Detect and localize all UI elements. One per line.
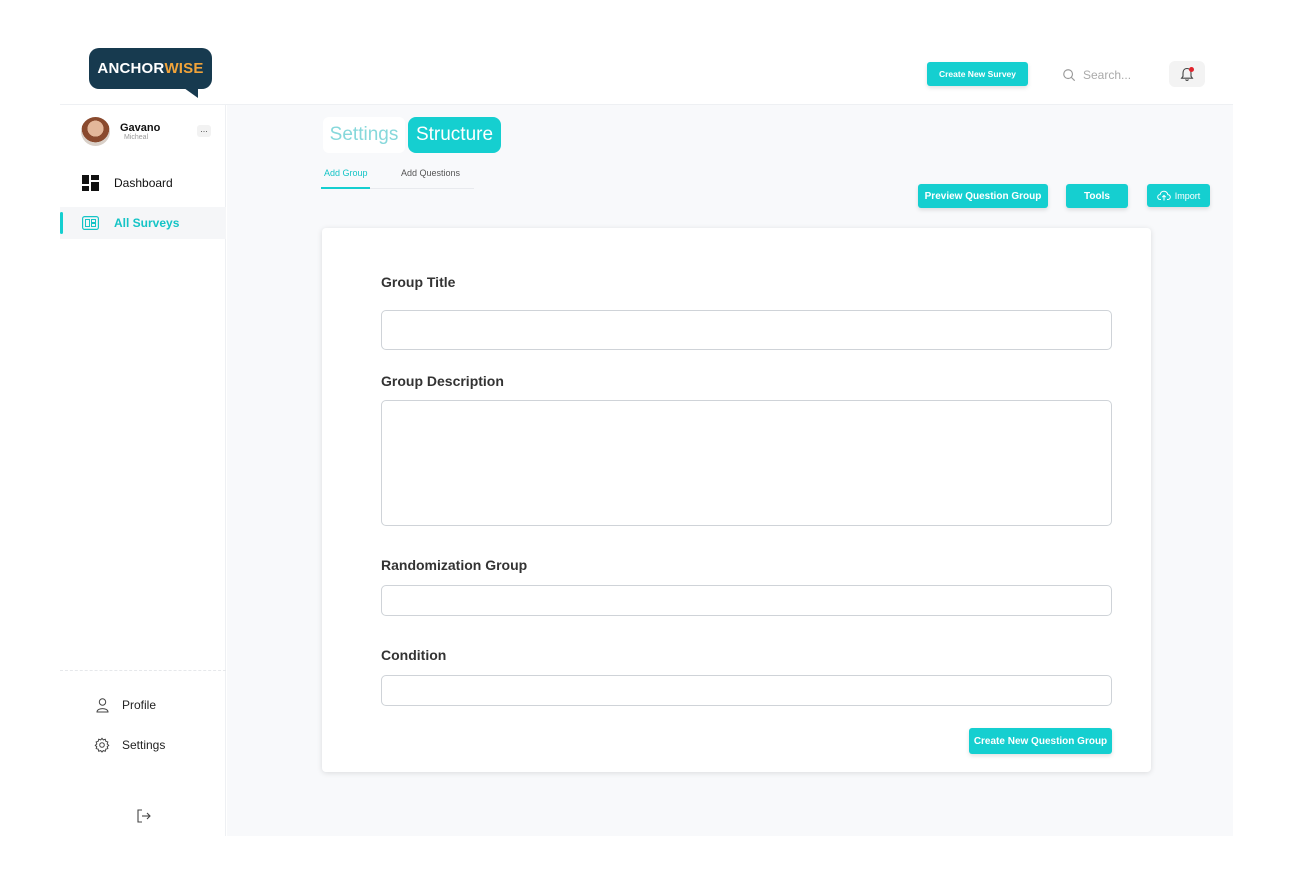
sidebar-item-all-surveys[interactable]: All Surveys: [60, 207, 226, 239]
user-profile[interactable]: Gavano Micheal: [81, 117, 211, 146]
preview-question-group-button[interactable]: Preview Question Group: [918, 184, 1048, 208]
dashboard-icon: [81, 174, 99, 192]
sidebar-item-label: Profile: [122, 698, 157, 712]
search-box[interactable]: [1062, 66, 1162, 84]
create-new-survey-button[interactable]: Create New Survey: [927, 62, 1028, 86]
search-input[interactable]: [1083, 68, 1153, 82]
tab-settings[interactable]: Settings: [323, 117, 405, 153]
logout-icon: [137, 809, 151, 823]
app-window: ANCHORWISE Create New Survey Gavano Mich…: [60, 0, 1233, 836]
logo-speech-tail: [184, 88, 198, 98]
sidebar: Gavano Micheal ... Dashboard All Surveys…: [60, 105, 226, 836]
condition-label: Condition: [381, 647, 447, 663]
sidebar-divider: [60, 670, 226, 671]
group-title-input[interactable]: [381, 310, 1112, 350]
user-name: Gavano: [120, 122, 161, 134]
group-title-label: Group Title: [381, 274, 456, 290]
sidebar-item-profile[interactable]: Profile: [60, 689, 226, 721]
notifications-button[interactable]: [1169, 61, 1205, 87]
logout-button[interactable]: [136, 808, 154, 826]
more-options-button[interactable]: ...: [197, 125, 211, 137]
subtab-add-group[interactable]: Add Group: [324, 168, 368, 178]
randomization-group-input[interactable]: [381, 585, 1112, 616]
search-icon: [1063, 69, 1076, 82]
user-icon: [93, 696, 111, 714]
condition-input[interactable]: [381, 675, 1112, 706]
import-button[interactable]: Import: [1147, 184, 1210, 207]
subtab-active-indicator: [321, 187, 370, 189]
logo-text-accent: WISE: [164, 60, 204, 77]
sidebar-item-label: Settings: [122, 738, 166, 752]
logo-text-main: ANCHOR: [97, 60, 165, 77]
surveys-icon: [81, 214, 99, 232]
group-description-label: Group Description: [381, 373, 504, 389]
sidebar-item-dashboard[interactable]: Dashboard: [60, 167, 226, 199]
randomization-group-label: Randomization Group: [381, 557, 528, 573]
group-description-textarea[interactable]: [381, 400, 1112, 526]
cloud-upload-icon: [1156, 190, 1171, 201]
tools-button[interactable]: Tools: [1066, 184, 1128, 208]
tab-structure[interactable]: Structure: [408, 117, 501, 153]
add-group-form: Group Title Group Description Randomizat…: [322, 228, 1151, 772]
avatar: [81, 117, 110, 146]
active-indicator: [60, 212, 63, 234]
user-role: Micheal: [124, 134, 149, 141]
notification-dot: [1189, 67, 1194, 72]
main-content: Settings Structure Add Group Add Questio…: [227, 105, 1233, 836]
sidebar-item-settings[interactable]: Settings: [60, 729, 226, 761]
anchorwise-logo[interactable]: ANCHOR WISE: [89, 48, 212, 98]
import-label: Import: [1174, 190, 1201, 201]
sidebar-item-label: Dashboard: [114, 176, 173, 190]
sidebar-item-label: All Surveys: [114, 216, 180, 230]
gear-icon: [93, 736, 111, 754]
create-new-question-group-button[interactable]: Create New Question Group: [969, 728, 1112, 754]
subtab-add-questions[interactable]: Add Questions: [401, 168, 460, 178]
